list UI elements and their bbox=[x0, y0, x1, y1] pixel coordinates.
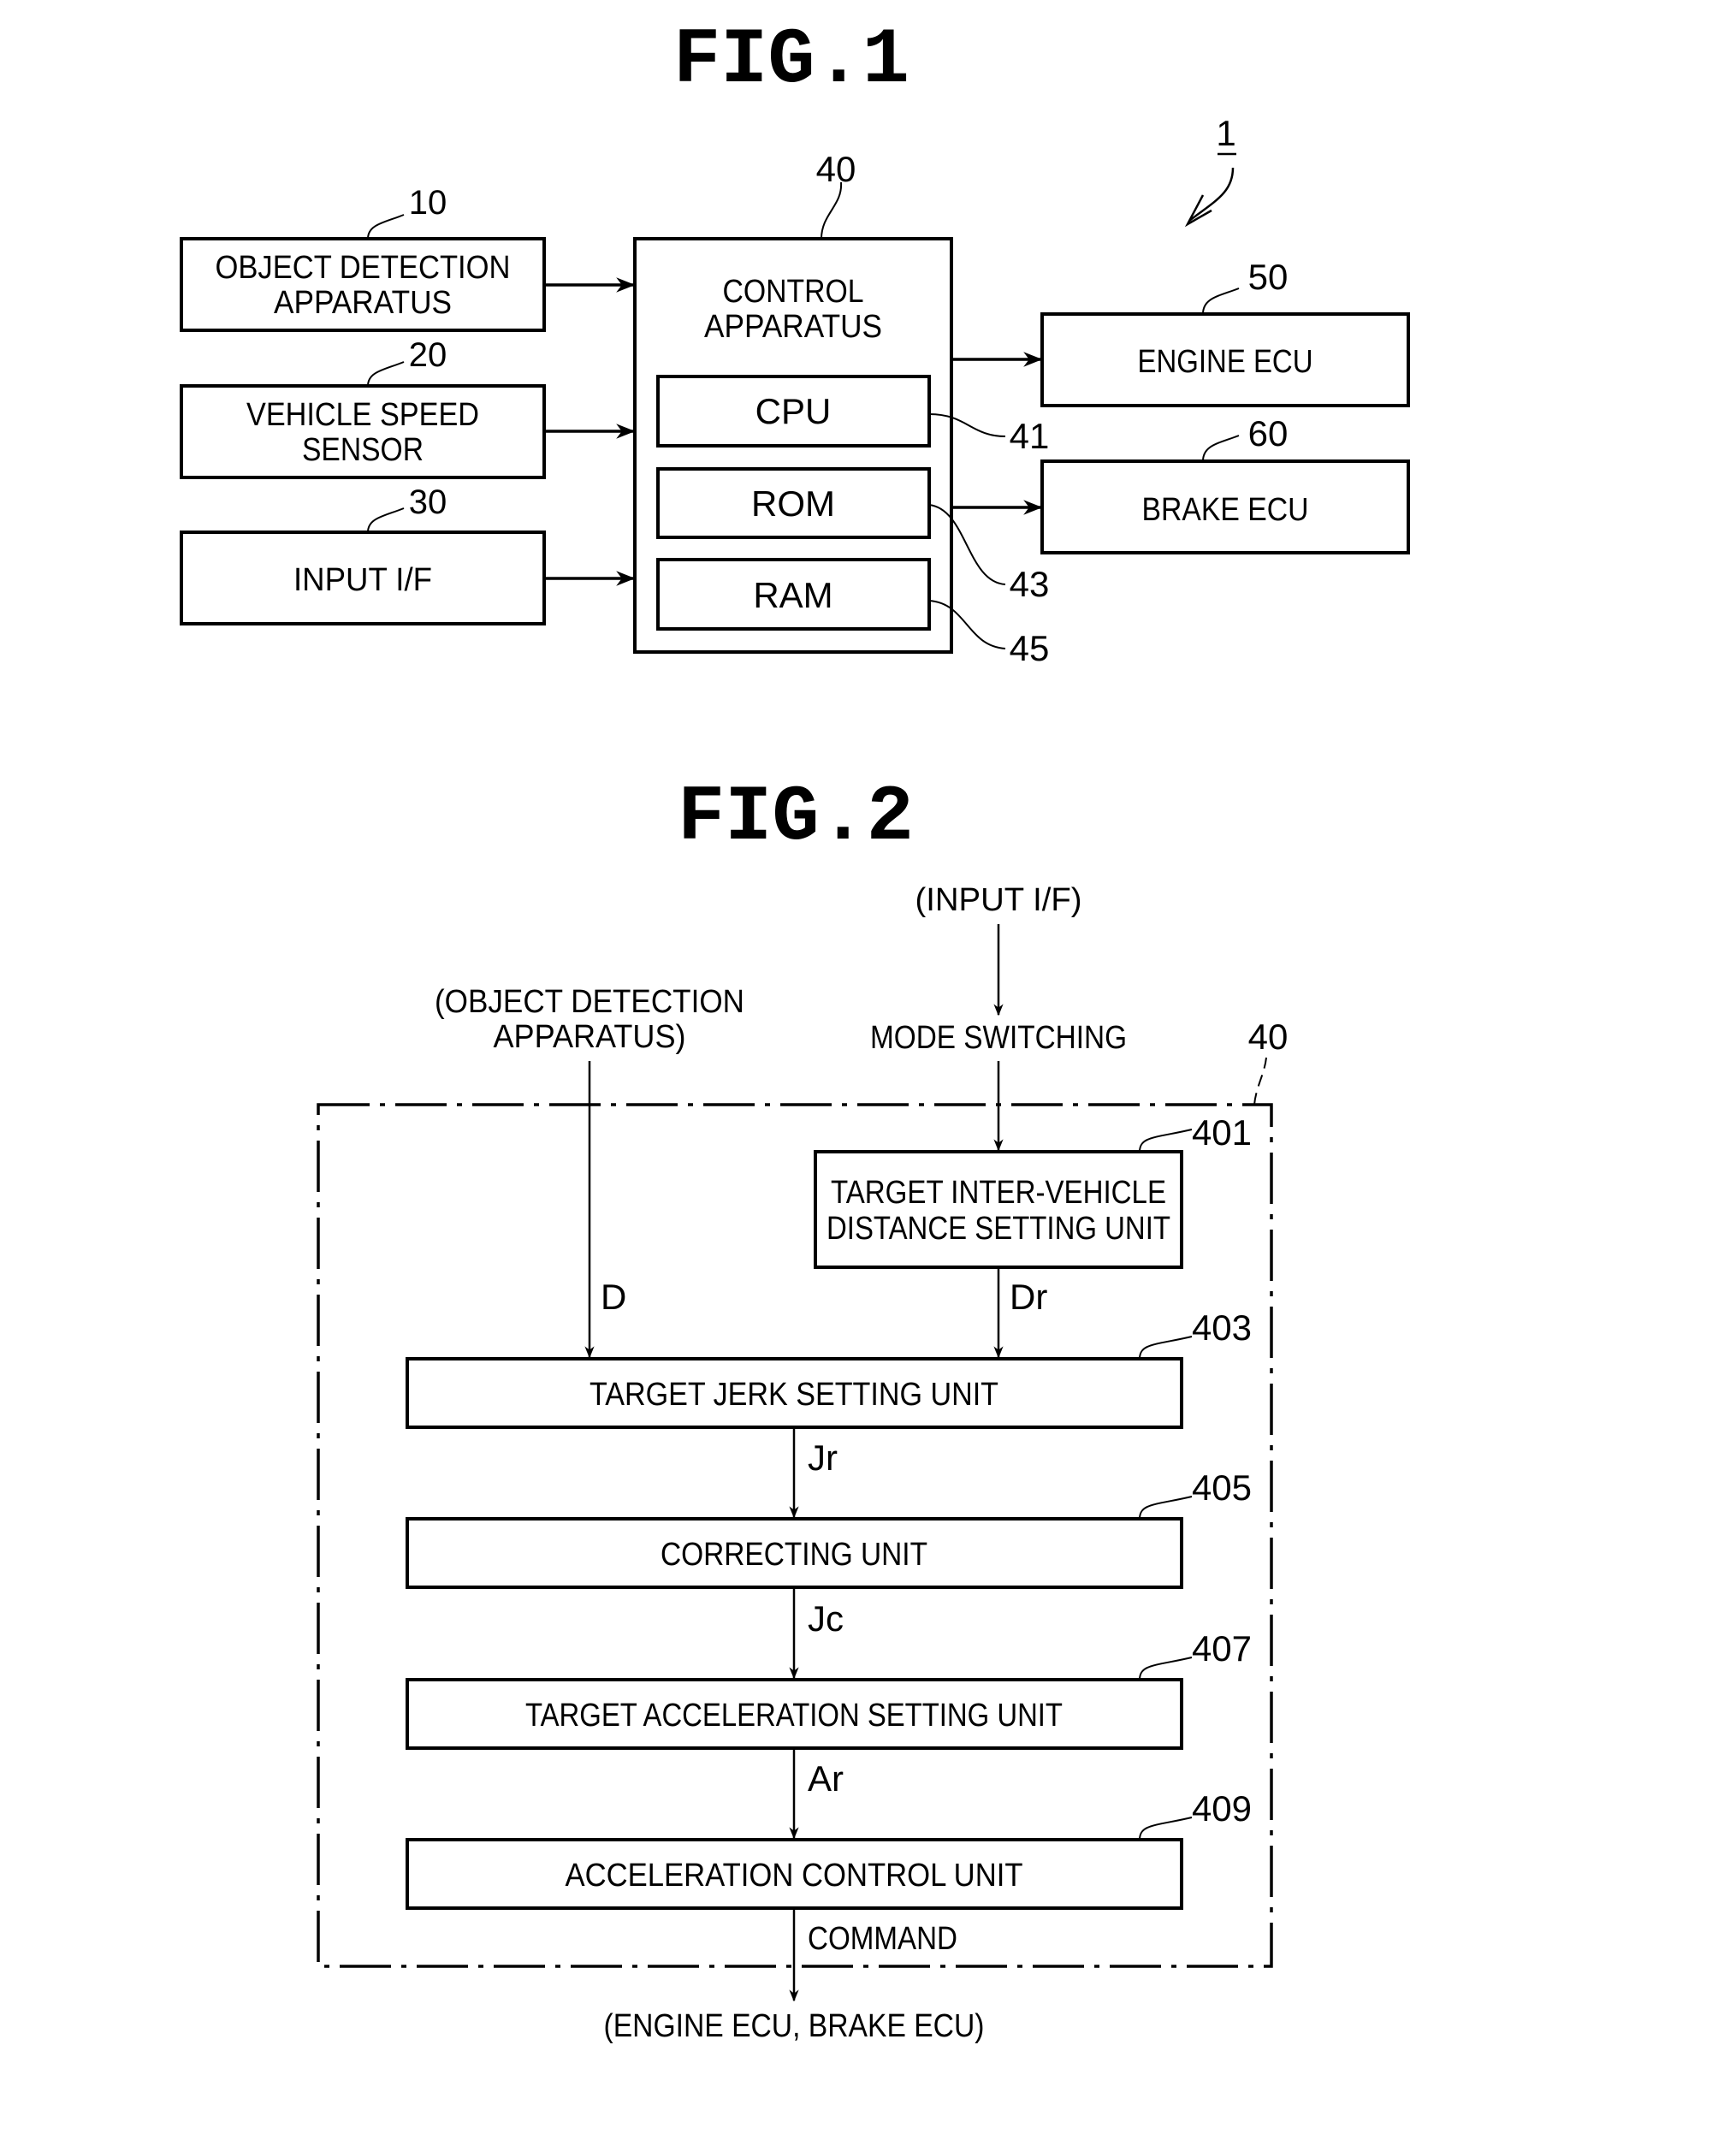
ref-number-409: 409 bbox=[1192, 1788, 1252, 1829]
ref-leader bbox=[367, 361, 405, 387]
ref-number-60: 60 bbox=[1248, 413, 1289, 453]
ref-leader bbox=[1139, 1817, 1193, 1841]
unit-409: ACCELERATION CONTROL UNIT 409 bbox=[406, 1788, 1252, 1910]
unit-405: CORRECTING UNIT 405 bbox=[406, 1467, 1252, 1589]
unit-403-label: TARGET JERK SETTING UNIT bbox=[590, 1377, 998, 1413]
ref-number-41: 41 bbox=[1010, 416, 1050, 456]
signal-command-label: COMMAND bbox=[808, 1921, 957, 1957]
ref-number-403: 403 bbox=[1192, 1307, 1252, 1348]
vehicle-speed-label-line2: SENSOR bbox=[302, 432, 424, 468]
ref-leader bbox=[1139, 1657, 1193, 1681]
unit-401-label-line1: TARGET INTER-VEHICLE bbox=[831, 1175, 1166, 1211]
rom-label: ROM bbox=[751, 483, 835, 524]
fig2: FIG.2 (INPUT I/F) MODE SWITCHING (OBJECT… bbox=[317, 773, 1289, 2044]
block-vehicle-speed-sensor: VEHICLE SPEED SENSOR 20 bbox=[180, 336, 546, 479]
object-detection-source-line2: APPARATUS) bbox=[494, 1019, 686, 1055]
ref-leader bbox=[367, 214, 405, 240]
block-control-apparatus: CONTROL APPARATUS 40 CPU 41 ROM 43 RAM 4… bbox=[633, 149, 1050, 668]
block-brake-ecu: BRAKE ECU 60 bbox=[1040, 413, 1410, 554]
signal-dr-label: Dr bbox=[1010, 1277, 1047, 1317]
brake-ecu-label: BRAKE ECU bbox=[1142, 492, 1309, 528]
object-detection-source-line1: (OBJECT DETECTION bbox=[435, 984, 744, 1020]
ref-leader bbox=[1139, 1496, 1193, 1520]
system-ref-arrow-icon bbox=[1188, 167, 1235, 222]
ref-number-401: 401 bbox=[1192, 1112, 1252, 1153]
ref-number-30: 30 bbox=[409, 483, 447, 521]
ref-number-40: 40 bbox=[816, 149, 856, 189]
ref-number-50: 50 bbox=[1248, 257, 1289, 297]
block-engine-ecu: ENGINE ECU 50 bbox=[1040, 257, 1410, 407]
unit-405-label: CORRECTING UNIT bbox=[661, 1537, 927, 1573]
ref-leader bbox=[1139, 1129, 1193, 1153]
engine-ecu-label: ENGINE ECU bbox=[1138, 344, 1313, 380]
ref-leader bbox=[367, 507, 405, 533]
unit-407: TARGET ACCELERATION SETTING UNIT 407 bbox=[406, 1628, 1252, 1750]
ref-leader bbox=[1253, 1057, 1267, 1106]
ref-leader bbox=[1139, 1336, 1193, 1360]
block-input-if: INPUT I/F 30 bbox=[180, 483, 546, 625]
object-detection-label-line1: OBJECT DETECTION bbox=[216, 250, 511, 286]
ref-number-40-container: 40 bbox=[1248, 1017, 1289, 1057]
patent-figures: FIG.1 1 OBJECT DETECTION APPARATUS 10 VE… bbox=[180, 15, 1410, 2044]
ref-number-405: 405 bbox=[1192, 1467, 1252, 1508]
system-ref: 1 bbox=[1184, 113, 1236, 228]
fig2-title: FIG.2 bbox=[678, 773, 914, 863]
control-apparatus-label-line2: APPARATUS bbox=[704, 309, 882, 345]
ref-number-43: 43 bbox=[1010, 564, 1050, 604]
system-ref-number: 1 bbox=[1216, 113, 1235, 153]
signal-ar-label: Ar bbox=[808, 1758, 844, 1799]
ref-number-20: 20 bbox=[409, 336, 447, 374]
signal-jc-label: Jc bbox=[808, 1598, 844, 1639]
input-if-source-label: (INPUT I/F) bbox=[915, 882, 1082, 918]
unit-403: TARGET JERK SETTING UNIT 403 bbox=[406, 1307, 1252, 1429]
ref-number-10: 10 bbox=[409, 184, 447, 222]
ram-label: RAM bbox=[753, 575, 832, 615]
control-apparatus-label-line1: CONTROL bbox=[723, 274, 864, 310]
signal-jr-label: Jr bbox=[808, 1438, 838, 1478]
ref-leader bbox=[821, 181, 843, 240]
unit-409-label: ACCELERATION CONTROL UNIT bbox=[566, 1858, 1023, 1894]
unit-407-label: TARGET ACCELERATION SETTING UNIT bbox=[525, 1698, 1063, 1734]
object-detection-label-line2: APPARATUS bbox=[274, 285, 452, 321]
output-destination-label: (ENGINE ECU, BRAKE ECU) bbox=[604, 2008, 985, 2044]
ref-leader bbox=[1202, 288, 1240, 315]
input-if-label: INPUT I/F bbox=[293, 562, 432, 598]
ref-number-45: 45 bbox=[1010, 628, 1050, 668]
mode-switching-label: MODE SWITCHING bbox=[870, 1020, 1127, 1056]
ref-number-407: 407 bbox=[1192, 1628, 1252, 1669]
cpu-label: CPU bbox=[755, 391, 832, 431]
fig1: FIG.1 1 OBJECT DETECTION APPARATUS 10 VE… bbox=[180, 15, 1410, 668]
unit-401: TARGET INTER-VEHICLE DISTANCE SETTING UN… bbox=[814, 1112, 1252, 1269]
vehicle-speed-label-line1: VEHICLE SPEED bbox=[246, 397, 479, 433]
fig1-title: FIG.1 bbox=[673, 15, 909, 105]
unit-401-label-line2: DISTANCE SETTING UNIT bbox=[827, 1211, 1170, 1247]
block-object-detection: OBJECT DETECTION APPARATUS 10 bbox=[180, 184, 546, 332]
ref-leader bbox=[1202, 435, 1240, 462]
signal-d-label: D bbox=[601, 1277, 626, 1317]
